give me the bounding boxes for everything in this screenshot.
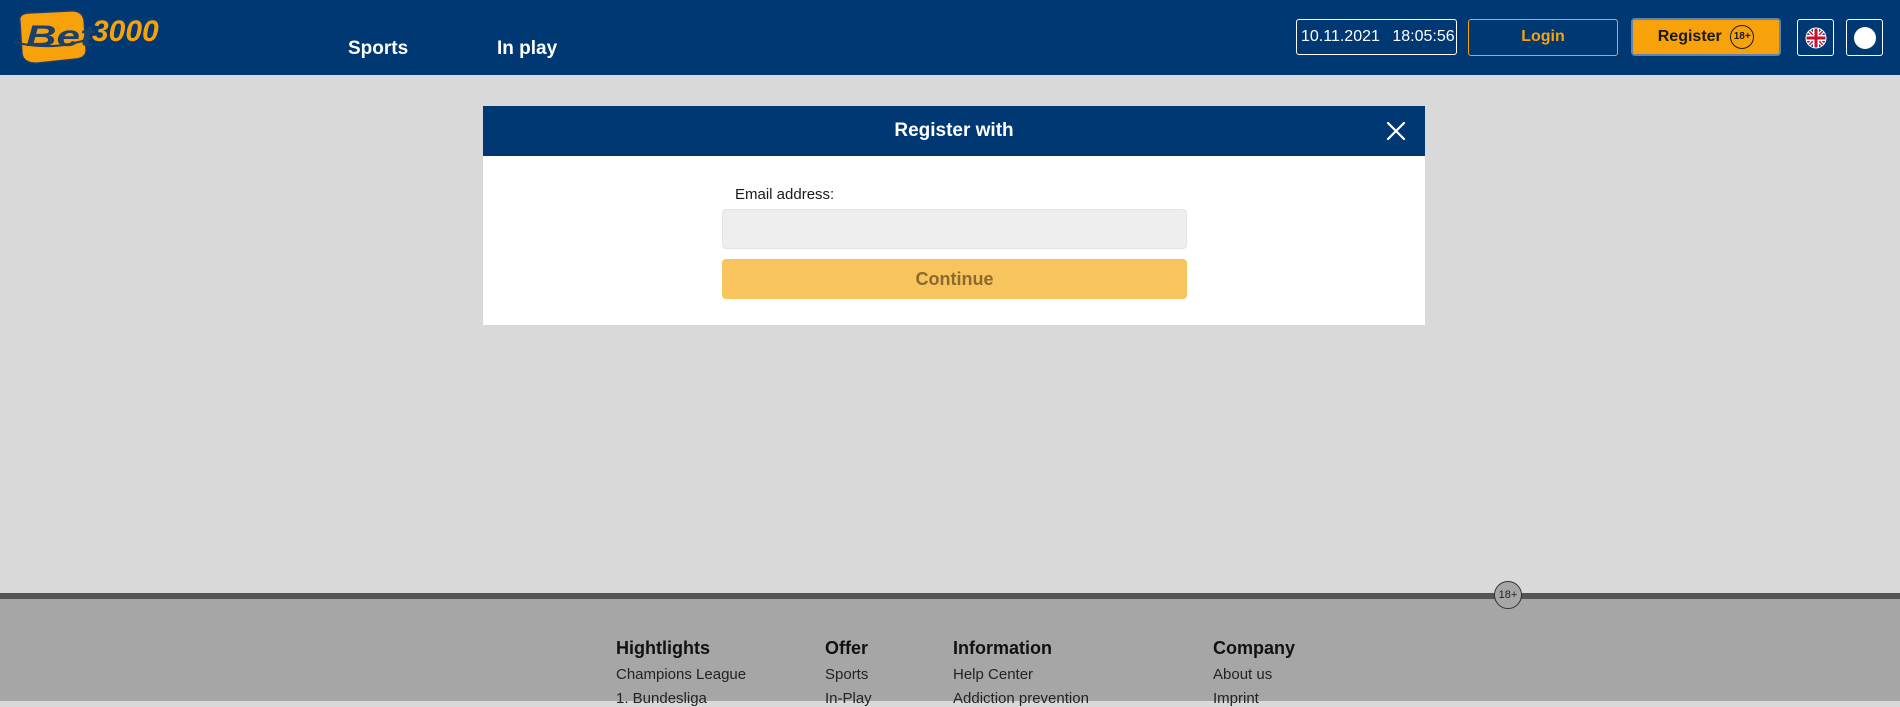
register-label: Register xyxy=(1657,28,1722,45)
footer-link[interactable]: About us xyxy=(1213,666,1295,683)
modal-header: Register with xyxy=(483,106,1425,156)
footer-age-18-badge: 18+ xyxy=(1494,581,1522,609)
uk-flag-icon xyxy=(1805,27,1826,48)
theme-toggle-button[interactable] xyxy=(1846,19,1883,56)
language-selector[interactable] xyxy=(1797,19,1834,56)
login-button[interactable]: Login xyxy=(1468,19,1618,56)
footer-link[interactable]: Sports xyxy=(825,666,872,683)
circle-icon xyxy=(1853,26,1876,49)
nav-in-play[interactable]: In play xyxy=(497,38,557,60)
email-input[interactable] xyxy=(722,209,1187,249)
footer-column-highlights: Hightlights Champions League 1. Bundesli… xyxy=(616,638,746,707)
footer-column-title: Hightlights xyxy=(616,638,710,658)
continue-button[interactable]: Continue xyxy=(722,259,1187,299)
footer-link[interactable]: Help Center xyxy=(953,666,1089,683)
footer-column-title: Information xyxy=(953,638,1052,658)
footer xyxy=(0,599,1900,701)
logo-text-3000: 3000 xyxy=(92,15,159,48)
footer-column-offer: Offer Sports In-Play xyxy=(825,638,872,707)
top-header: Bet 3000 Sports In play 10.11.2021 18:05… xyxy=(0,0,1900,75)
footer-column-information: Information Help Center Addiction preven… xyxy=(953,638,1089,707)
footer-column-title: Offer xyxy=(825,638,869,658)
close-icon xyxy=(1386,121,1406,141)
footer-column-title: Company xyxy=(1213,638,1296,658)
time-text: 18:05:56 xyxy=(1392,28,1455,45)
date-time-display: 10.11.2021 18:05:56 xyxy=(1296,19,1457,55)
footer-link[interactable]: Champions League xyxy=(616,666,746,683)
bet3000-logo[interactable]: Bet 3000 xyxy=(12,8,177,68)
footer-column-company: Company About us Imprint xyxy=(1213,638,1295,707)
footer-link[interactable]: 1. Bundesliga xyxy=(616,690,746,707)
close-button[interactable] xyxy=(1385,120,1407,142)
modal-title: Register with xyxy=(894,120,1014,141)
register-button[interactable]: Register 18+ xyxy=(1631,18,1781,56)
footer-link[interactable]: In-Play xyxy=(825,690,872,707)
register-modal: Register with Email address: Continue xyxy=(483,106,1425,325)
footer-link[interactable]: Imprint xyxy=(1213,690,1295,707)
footer-link[interactable]: Addiction prevention xyxy=(953,690,1089,707)
date-text: 10.11.2021 xyxy=(1301,28,1380,45)
age-18-badge: 18+ xyxy=(1730,24,1755,49)
logo-text-bet: Bet xyxy=(26,20,97,53)
email-label: Email address: xyxy=(735,186,835,203)
nav-sports[interactable]: Sports xyxy=(348,38,408,60)
